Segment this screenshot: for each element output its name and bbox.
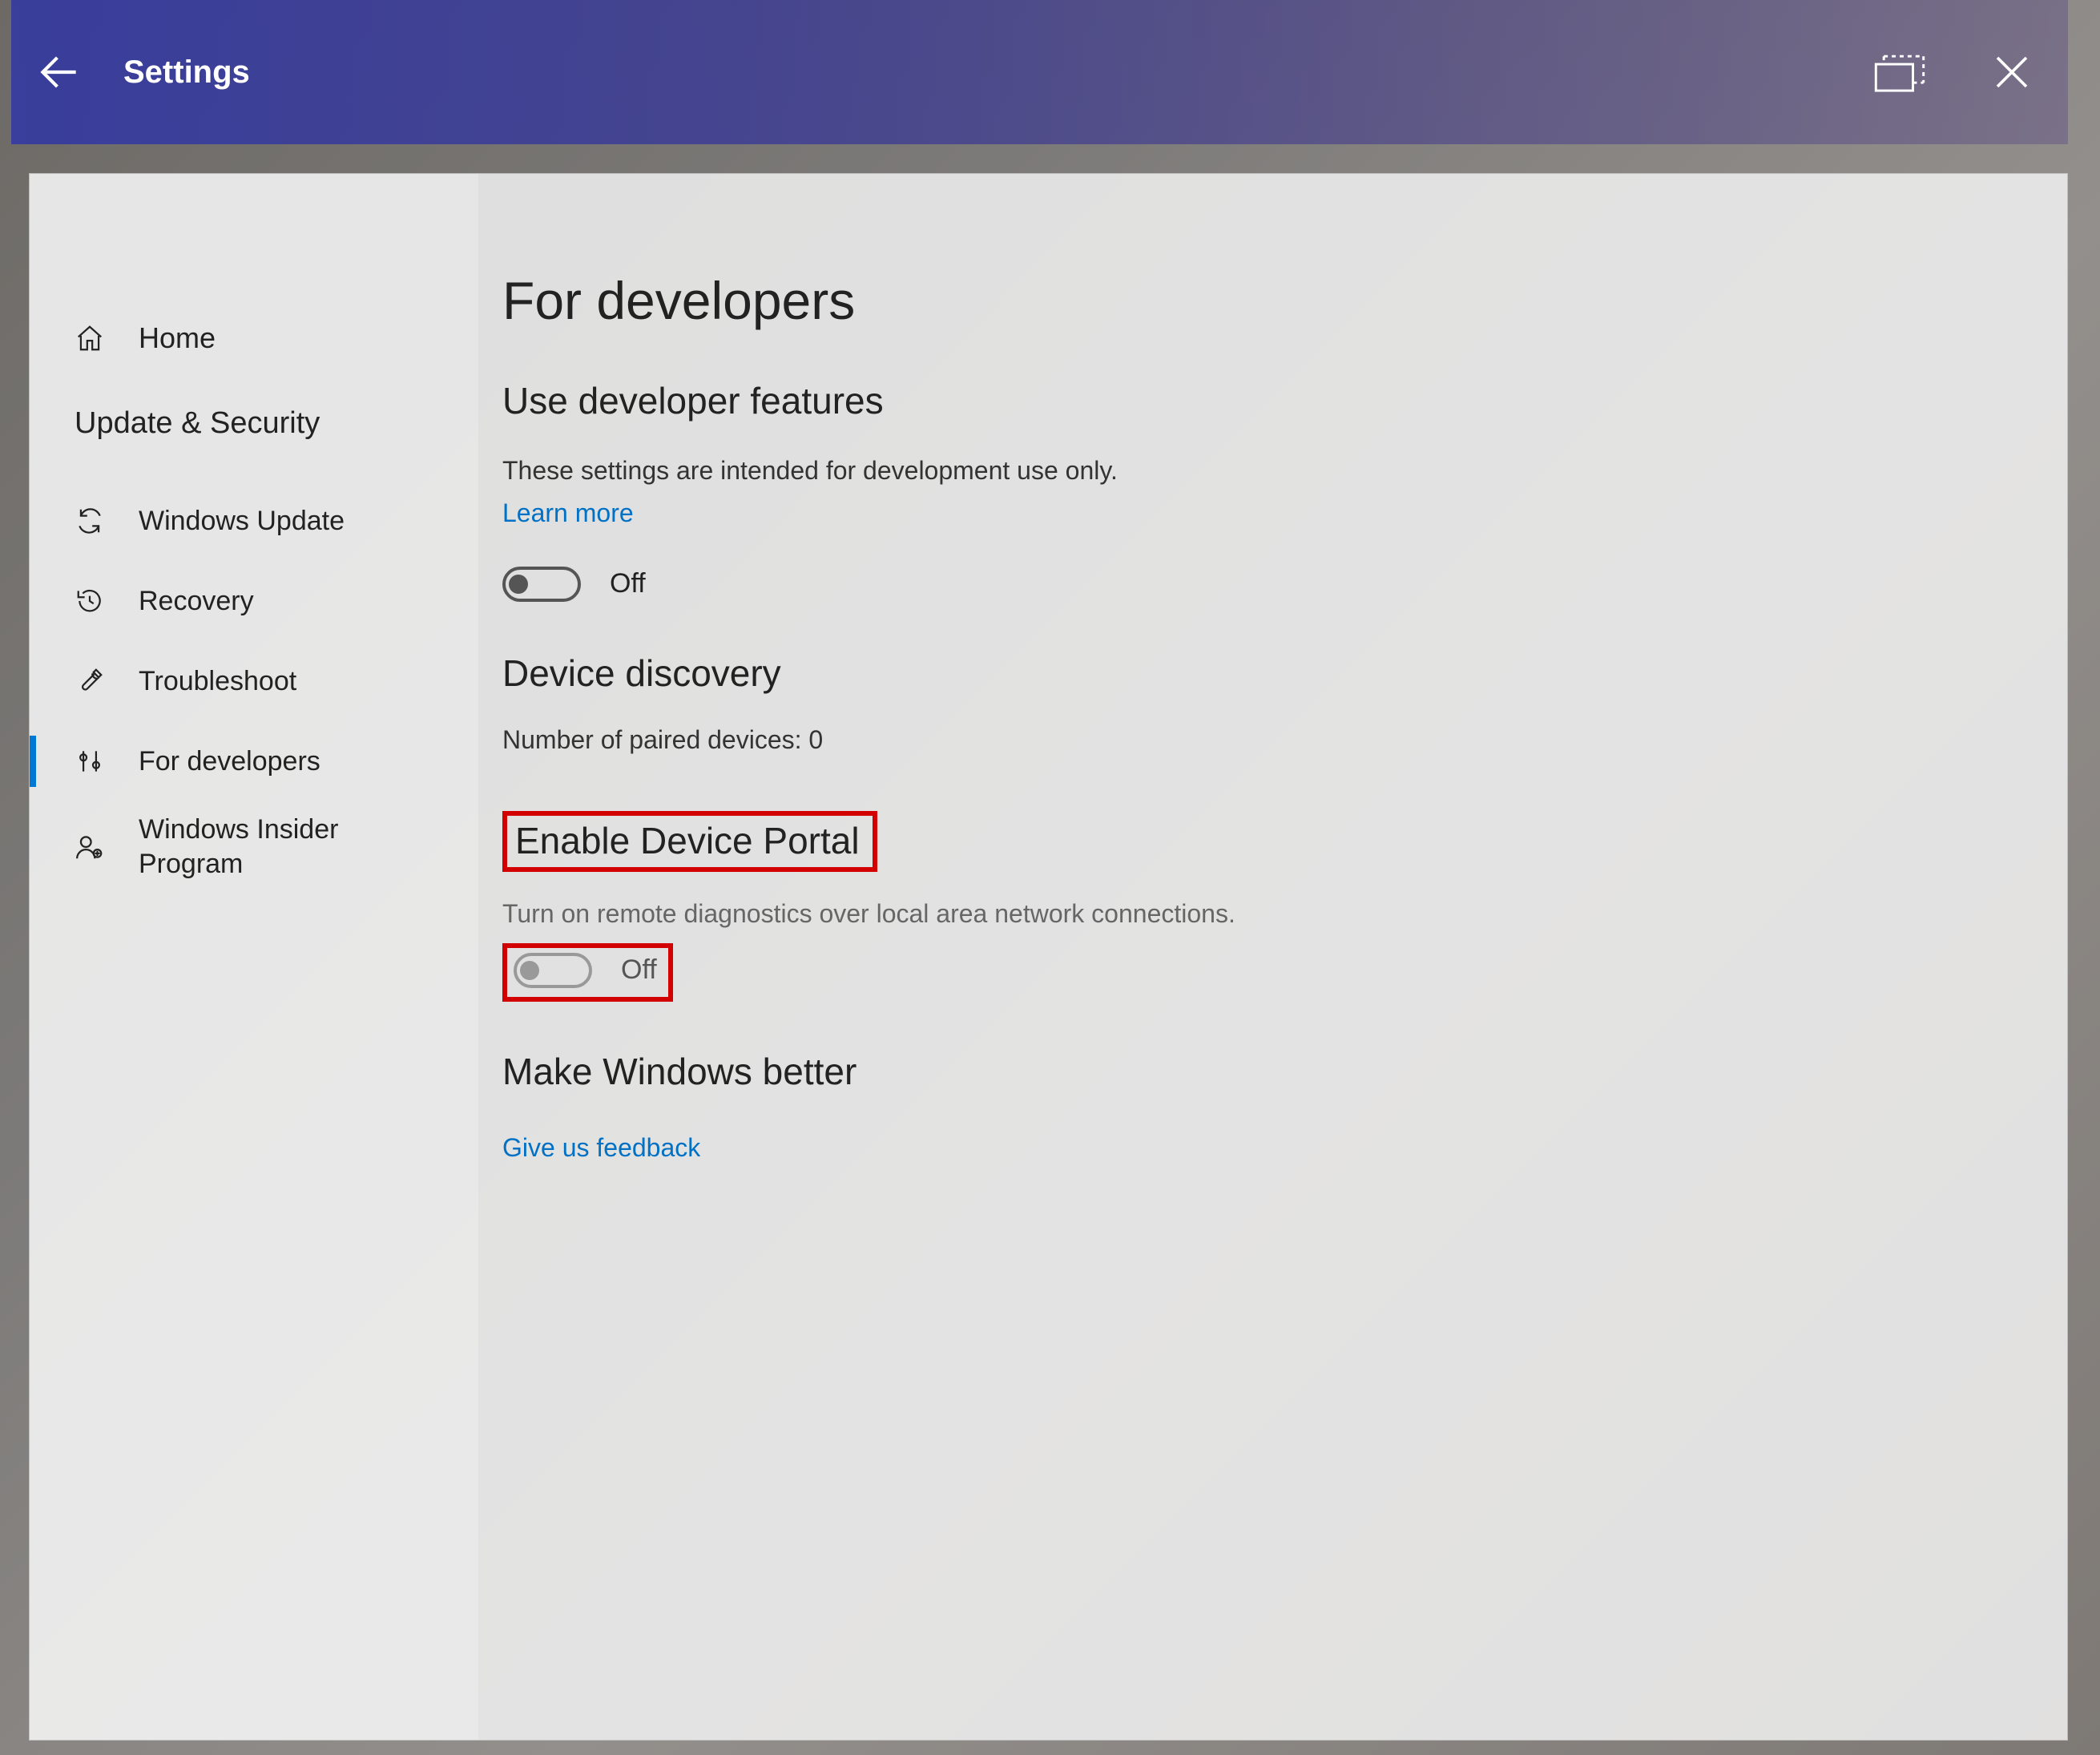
close-icon (1990, 50, 2033, 94)
sidebar-item-insider[interactable]: Windows Insider Program (30, 801, 478, 892)
window-resize-button[interactable] (1844, 0, 1956, 144)
device-portal-toggle[interactable] (514, 953, 592, 988)
section-use-dev-features: Use developer features (502, 379, 2035, 422)
highlight-enable-device-portal: Enable Device Portal (502, 811, 877, 872)
wrench-icon (75, 666, 113, 696)
close-button[interactable] (1956, 0, 2068, 144)
back-button[interactable] (11, 0, 107, 144)
section-device-discovery: Device discovery (502, 652, 2035, 695)
section-enable-device-portal: Enable Device Portal (515, 819, 860, 862)
device-portal-desc: Turn on remote diagnostics over local ar… (502, 899, 2035, 929)
sidebar: Home Update & Security Windows Update (30, 174, 478, 1740)
back-arrow-icon (34, 47, 84, 97)
app-title: Settings (123, 54, 250, 91)
developer-icon (75, 746, 113, 777)
sidebar-item-windows-update[interactable]: Windows Update (30, 481, 478, 561)
sidebar-item-troubleshoot[interactable]: Troubleshoot (30, 641, 478, 721)
device-portal-toggle-label: Off (621, 954, 657, 986)
history-icon (75, 586, 113, 616)
sidebar-item-label: For developers (139, 744, 320, 779)
sidebar-item-recovery[interactable]: Recovery (30, 561, 478, 641)
app-header: Settings (11, 0, 2068, 144)
resize-icon (1873, 50, 1926, 95)
sidebar-home[interactable]: Home (30, 302, 478, 374)
sidebar-item-label: Windows Insider Program (139, 813, 395, 881)
sidebar-home-label: Home (139, 321, 216, 355)
sidebar-item-for-developers[interactable]: For developers (30, 721, 478, 801)
dev-features-desc: These settings are intended for developm… (502, 453, 2035, 489)
page-title: For developers (502, 270, 2035, 331)
sidebar-item-label: Troubleshoot (139, 664, 296, 699)
section-make-windows-better: Make Windows better (502, 1050, 2035, 1093)
settings-window: Home Update & Security Windows Update (29, 173, 2068, 1741)
paired-devices-count: Number of paired devices: 0 (502, 725, 2035, 755)
dev-features-toggle[interactable] (502, 567, 581, 602)
main-content: For developers Use developer features Th… (478, 174, 2067, 1740)
sidebar-category: Update & Security (30, 374, 478, 481)
learn-more-link[interactable]: Learn more (502, 498, 634, 528)
sync-icon (75, 506, 113, 536)
sidebar-item-label: Recovery (139, 584, 254, 619)
highlight-device-portal-toggle: Off (502, 943, 673, 1002)
give-feedback-link[interactable]: Give us feedback (502, 1133, 700, 1163)
home-icon (75, 323, 113, 353)
insider-icon (75, 832, 113, 862)
sidebar-item-label: Windows Update (139, 504, 345, 539)
dev-features-toggle-label: Off (610, 568, 646, 599)
